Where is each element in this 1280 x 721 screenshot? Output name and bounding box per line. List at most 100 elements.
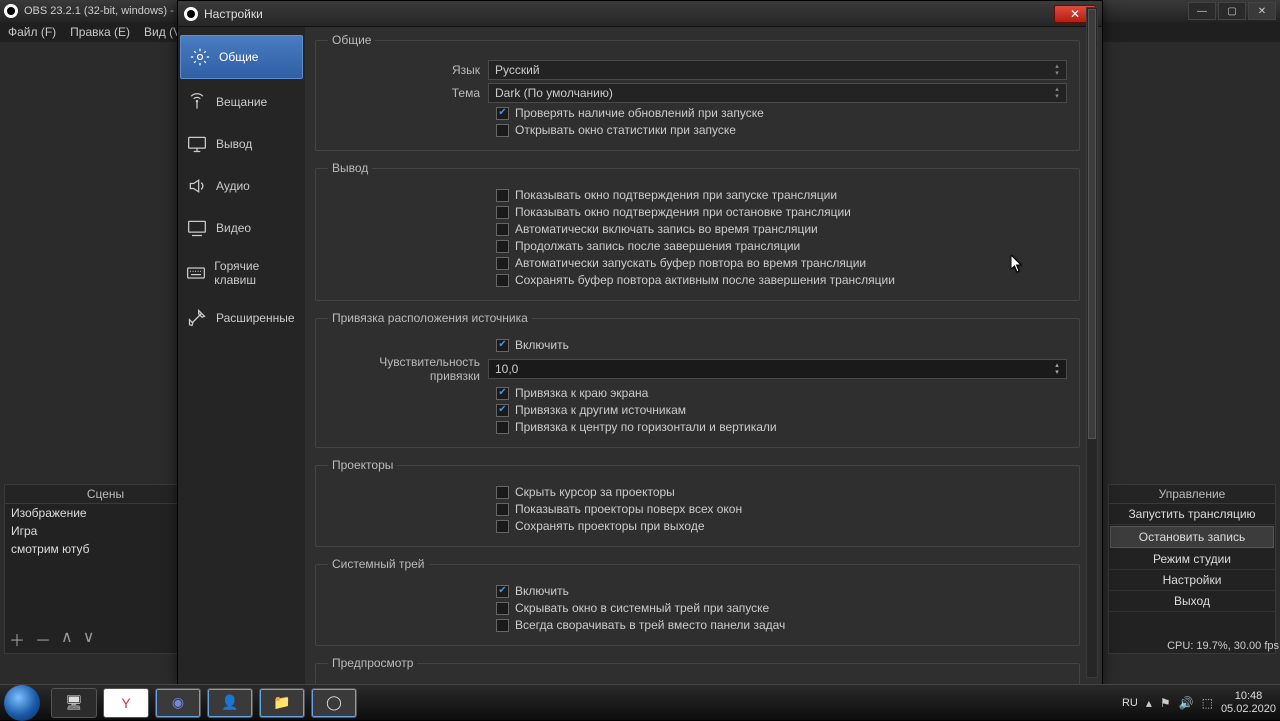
nav-label: Общие	[219, 50, 258, 64]
start-stream-button[interactable]: Запустить трансляцию	[1109, 504, 1275, 525]
taskbar-app[interactable]: 👤	[207, 688, 253, 718]
continue-record-checkbox[interactable]	[496, 240, 509, 253]
tray-enable-checkbox[interactable]	[496, 585, 509, 598]
nav-general[interactable]: Общие	[180, 35, 303, 79]
dialog-titlebar: Настройки ✕	[178, 1, 1102, 27]
scene-up-button[interactable]: ∧	[61, 627, 73, 651]
snap-center-checkbox[interactable]	[496, 421, 509, 434]
tray-chevron-icon[interactable]: ▴	[1146, 696, 1152, 710]
language-combo[interactable]: Русский▴▾	[488, 60, 1067, 80]
gear-icon	[189, 46, 211, 68]
group-general: Общие Язык Русский▴▾ Тема Dark (По умолч…	[315, 33, 1080, 151]
taskbar: 🖥 Y ◉ 👤 📁 ◯ RU ▴ ⚑ 🔊 ⬚ 10:48 05.02.2020	[0, 684, 1280, 720]
auto-replay-checkbox[interactable]	[496, 257, 509, 270]
hide-cursor-checkbox[interactable]	[496, 486, 509, 499]
nav-audio[interactable]: Аудио	[178, 165, 305, 207]
nav-video[interactable]: Видео	[178, 207, 305, 249]
network-icon[interactable]: ⬚	[1202, 696, 1213, 710]
snap-sensitivity-label: Чувствительность привязки	[328, 355, 488, 383]
exit-button[interactable]: Выход	[1109, 591, 1275, 612]
save-projector-checkbox[interactable]	[496, 520, 509, 533]
checkbox-label: Привязка к краю экрана	[515, 386, 648, 400]
tray-hide-start-checkbox[interactable]	[496, 602, 509, 615]
nav-hotkeys[interactable]: Горячие клавиш	[178, 249, 305, 297]
confirm-start-checkbox[interactable]	[496, 189, 509, 202]
spinner-icon[interactable]: ▴▾	[1050, 361, 1064, 377]
date-text: 05.02.2020	[1221, 703, 1276, 715]
group-output: Вывод Показывать окно подтверждения при …	[315, 161, 1080, 301]
chevron-updown-icon: ▴▾	[1050, 62, 1064, 78]
checkbox-label: Включить	[515, 584, 569, 598]
checkbox-label: Автоматически запускать буфер повтора во…	[515, 256, 866, 270]
checkbox-label: Автоматически включать запись во время т…	[515, 222, 818, 236]
checkbox-label: Сохранять проекторы при выходе	[515, 519, 705, 533]
taskbar-app-obs[interactable]: ◯	[311, 688, 357, 718]
nav-advanced[interactable]: Расширенные	[178, 297, 305, 339]
taskbar-app[interactable]: ◉	[155, 688, 201, 718]
language-label: Язык	[328, 63, 488, 77]
nav-stream[interactable]: Вещание	[178, 81, 305, 123]
taskbar-clock[interactable]: 10:48 05.02.2020	[1221, 690, 1276, 714]
checkbox-label: Скрывать окно в системный трей при запус…	[515, 601, 769, 615]
nav-label: Аудио	[216, 179, 250, 193]
keep-replay-checkbox[interactable]	[496, 274, 509, 287]
scrollbar-thumb[interactable]	[1088, 9, 1096, 439]
snap-enable-checkbox[interactable]	[496, 339, 509, 352]
checkbox-label: Показывать окно подтверждения при остано…	[515, 205, 851, 219]
checkbox-label: Привязка к другим источникам	[515, 403, 686, 417]
group-legend: Привязка расположения источника	[328, 311, 532, 325]
stop-record-button[interactable]: Остановить запись	[1110, 526, 1274, 548]
scene-item[interactable]: смотрим ютуб	[5, 540, 206, 558]
auto-record-checkbox[interactable]	[496, 223, 509, 236]
status-text: CPU: 19.7%, 30.00 fps	[1109, 612, 1279, 652]
maximize-button[interactable]: ▢	[1218, 2, 1246, 20]
scene-item[interactable]: Изображение	[5, 504, 206, 522]
taskbar-app[interactable]: 🖥	[51, 688, 97, 718]
checkbox-label: Продолжать запись после завершения транс…	[515, 239, 800, 253]
taskbar-app[interactable]: 📁	[259, 688, 305, 718]
system-tray: RU ▴ ⚑ 🔊 ⬚ 10:48 05.02.2020	[1122, 690, 1276, 714]
theme-combo[interactable]: Dark (По умолчанию)▴▾	[488, 83, 1067, 103]
obs-logo-icon	[184, 7, 198, 21]
group-legend: Системный трей	[328, 557, 429, 571]
remove-scene-button[interactable]: －	[35, 627, 51, 651]
projector-top-checkbox[interactable]	[496, 503, 509, 516]
snap-sensitivity-input[interactable]: 10,0▴▾	[488, 359, 1067, 379]
settings-nav: Общие Вещание Вывод Аудио Видео Горячие …	[178, 27, 305, 684]
keyboard-icon	[186, 262, 206, 284]
add-scene-button[interactable]: ＋	[9, 627, 25, 651]
group-legend: Проекторы	[328, 458, 397, 472]
minimize-button[interactable]: —	[1188, 2, 1216, 20]
menu-edit[interactable]: Правка (E)	[70, 25, 130, 39]
group-legend: Предпросмотр	[328, 656, 417, 670]
language-indicator[interactable]: RU	[1122, 697, 1138, 709]
snap-edge-checkbox[interactable]	[496, 387, 509, 400]
checkbox-label: Проверять наличие обновлений при запуске	[515, 106, 764, 120]
settings-scrollbar[interactable]	[1086, 7, 1098, 678]
settings-button[interactable]: Настройки	[1109, 570, 1275, 591]
nav-label: Вывод	[216, 137, 252, 151]
group-snapping: Привязка расположения источника Включить…	[315, 311, 1080, 448]
confirm-stop-checkbox[interactable]	[496, 206, 509, 219]
theme-label: Тема	[328, 86, 488, 100]
snap-sources-checkbox[interactable]	[496, 404, 509, 417]
group-preview: Предпросмотр Скрыть переполнение	[315, 656, 1080, 684]
menu-file[interactable]: Файл (F)	[8, 25, 56, 39]
scene-down-button[interactable]: ∨	[83, 627, 95, 651]
volume-icon[interactable]: 🔊	[1179, 696, 1194, 710]
taskbar-app[interactable]: Y	[103, 688, 149, 718]
scene-item[interactable]: Игра	[5, 522, 206, 540]
group-projectors: Проекторы Скрыть курсор за проекторы Пок…	[315, 458, 1080, 547]
start-button[interactable]	[4, 685, 40, 721]
group-tray: Системный трей Включить Скрывать окно в …	[315, 557, 1080, 646]
checkbox-label: Включить	[515, 338, 569, 352]
controls-panel: Управление Запустить трансляцию Останови…	[1108, 484, 1276, 654]
studio-mode-button[interactable]: Режим студии	[1109, 549, 1275, 570]
close-button[interactable]: ✕	[1248, 2, 1276, 20]
open-stats-checkbox[interactable]	[496, 124, 509, 137]
tray-always-min-checkbox[interactable]	[496, 619, 509, 632]
flag-icon[interactable]: ⚑	[1160, 696, 1171, 710]
nav-output[interactable]: Вывод	[178, 123, 305, 165]
check-updates-checkbox[interactable]	[496, 107, 509, 120]
scenes-toolbar: ＋ － ∧ ∨	[9, 627, 94, 651]
